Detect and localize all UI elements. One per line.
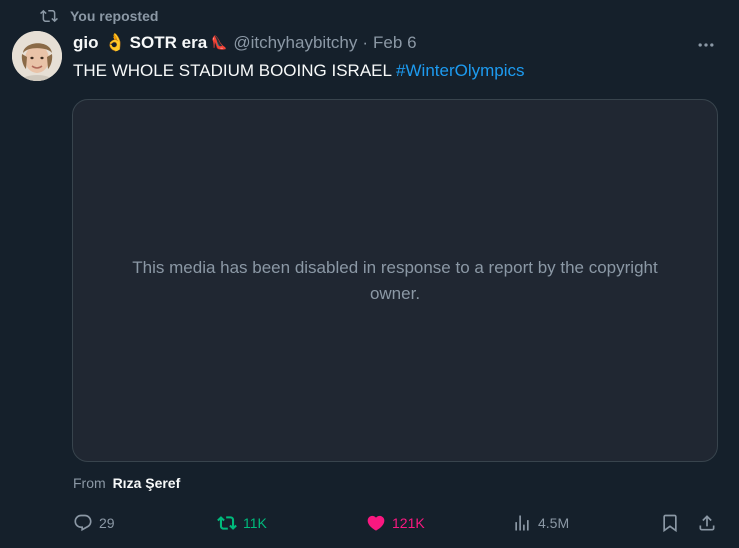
share-icon <box>699 515 715 531</box>
repost-banner: You reposted <box>40 6 158 26</box>
repost-banner-label: You reposted <box>70 8 159 24</box>
repost-icon <box>217 516 237 530</box>
reply-count: 29 <box>99 515 115 531</box>
avatar-image <box>12 31 62 81</box>
views-button[interactable]: 4.5M <box>512 511 569 535</box>
media-disabled-box: This media has been disabled in response… <box>72 99 718 462</box>
tweet-text: THE WHOLE STADIUM BOOING ISRAEL #WinterO… <box>73 61 525 81</box>
display-name-suffix[interactable]: SOTR era <box>130 33 207 53</box>
share-button[interactable] <box>697 511 723 535</box>
more-options-button[interactable] <box>695 34 717 56</box>
reply-button[interactable]: 29 <box>73 511 115 535</box>
tweet-card[interactable]: You reposted gio 👌 SOTR era 👠 @itchyhayb… <box>0 0 739 548</box>
tweet-body: THE WHOLE STADIUM BOOING ISRAEL <box>73 61 397 80</box>
media-disabled-message: This media has been disabled in response… <box>132 257 658 303</box>
like-button[interactable]: 121K <box>366 511 425 535</box>
action-bar: 29 11K 121K 4.5M <box>73 511 723 535</box>
bookmark-icon <box>663 514 677 533</box>
source-prefix: From <box>73 475 106 491</box>
separator-dot: · <box>362 33 369 52</box>
avatar[interactable] <box>12 31 62 81</box>
reply-icon <box>74 514 92 532</box>
repost-button[interactable]: 11K <box>217 511 267 535</box>
analytics-icon <box>515 515 529 531</box>
display-name[interactable]: gio <box>73 33 99 53</box>
repost-count: 11K <box>243 515 267 531</box>
media-source: From Rıza Şeref <box>73 475 180 491</box>
tweet-header: gio 👌 SOTR era 👠 @itchyhaybitchy · Feb 6 <box>73 33 679 53</box>
high-heel-emoji: 👠 <box>211 35 228 50</box>
hashtag-link[interactable]: #WinterOlympics <box>396 61 524 80</box>
ok-hand-emoji: 👌 <box>104 33 126 52</box>
like-count: 121K <box>392 515 425 531</box>
more-icon <box>698 43 714 47</box>
views-count: 4.5M <box>538 515 570 531</box>
repost-icon <box>40 9 58 23</box>
heart-icon <box>367 515 385 531</box>
tweet-date[interactable]: Feb 6 <box>373 33 416 53</box>
user-handle[interactable]: @itchyhaybitchy <box>233 33 357 53</box>
source-name[interactable]: Rıza Şeref <box>113 475 181 491</box>
bookmark-button[interactable] <box>660 511 686 535</box>
